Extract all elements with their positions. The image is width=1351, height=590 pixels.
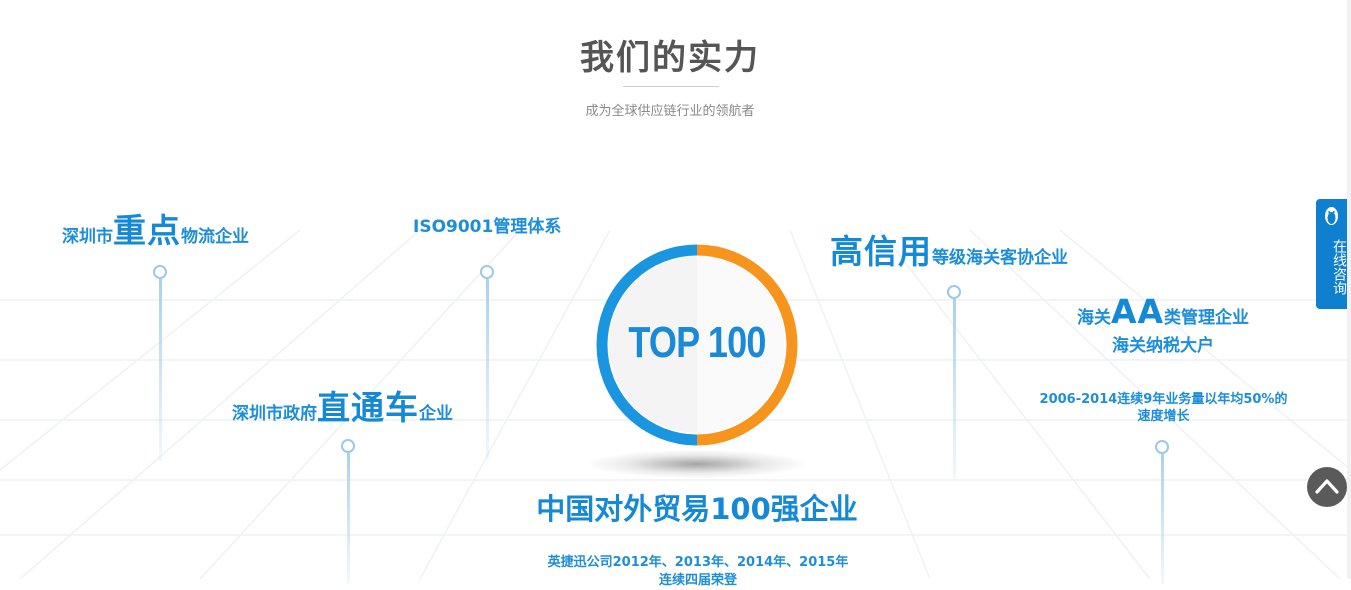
timeline-pin: [947, 285, 961, 479]
feature-prefix: 深圳市: [62, 227, 113, 247]
feature-highlight: AA: [1110, 292, 1165, 331]
feature-shenzhen-key-logistics: 深圳市重点物流企业: [62, 204, 249, 252]
feature-iso9001: ISO9001管理体系: [413, 212, 561, 237]
award-note-line2: 连续四届荣登: [658, 573, 737, 588]
top100-badge-text: TOP 100: [628, 318, 766, 367]
pin-dot: [1155, 440, 1169, 454]
pin-stem: [952, 299, 956, 479]
feature-suffix: 企业: [419, 404, 453, 424]
back-to-top-button[interactable]: [1307, 467, 1347, 507]
online-consult-label: 在线咨询: [1331, 239, 1347, 295]
feature-prefix: 海关: [1076, 308, 1111, 328]
title-divider: [623, 86, 719, 87]
feature-suffix: 等级海关客协企业: [932, 248, 1068, 268]
feature-suffix: 类管理企业: [1164, 308, 1250, 328]
pin-dot: [480, 265, 494, 279]
feature-government-direct: 深圳市政府直通车企业: [232, 381, 453, 429]
qq-penguin-icon: [1325, 207, 1338, 225]
feature-highlight: 高信用: [830, 232, 932, 271]
feature-prefix: 深圳市政府: [232, 404, 317, 424]
chevron-up-icon: [1315, 479, 1339, 494]
timeline-pin: [480, 265, 494, 459]
feature-highlight: 直通车: [317, 388, 419, 427]
feature-highlight: 重点: [113, 211, 181, 250]
award-note-line1: 英捷迅公司2012年、2013年、2014年、2015年: [547, 555, 849, 570]
page-scrollbar[interactable]: [1347, 0, 1351, 579]
section-subtitle: 成为全球供应链行业的领航者: [585, 104, 755, 119]
feature-suffix: 物流企业: [181, 227, 249, 247]
award-title: 中国对外贸易100强企业: [536, 492, 858, 526]
section-title: 我们的实力: [580, 38, 760, 78]
feature-line2: 速度增长: [1137, 409, 1190, 424]
feature-line1: 2006-2014连续9年业务量以年均50%的: [1039, 392, 1288, 407]
pin-stem: [485, 279, 489, 459]
feature-customs-aa: 海关AA类管理企业 海关纳税大户: [1073, 292, 1253, 356]
ring-shadow: [588, 450, 806, 478]
award-note: 英捷迅公司2012年、2013年、2014年、2015年 连续四届荣登: [496, 554, 900, 590]
pin-dot: [947, 285, 961, 299]
online-consult-tab[interactable]: 在线咨询: [1316, 199, 1347, 309]
pin-dot: [341, 439, 355, 453]
pin-dot: [153, 265, 167, 279]
feature-high-credit: 高信用等级海关客协企业: [830, 225, 1068, 273]
feature-text: ISO9001管理体系: [413, 217, 562, 237]
feature-growth: 2006-2014连续9年业务量以年均50%的 速度增长: [1026, 391, 1301, 425]
feature-line2: 海关纳税大户: [1112, 336, 1214, 356]
timeline-pin: [153, 265, 167, 461]
pin-stem: [158, 279, 162, 461]
